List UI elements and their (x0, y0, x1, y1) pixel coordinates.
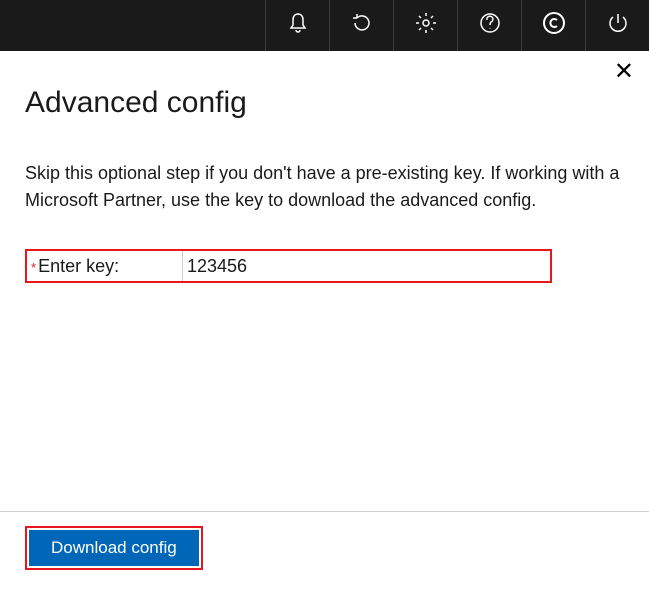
key-field-label: Enter key: (38, 256, 119, 277)
help-button[interactable] (457, 0, 521, 51)
dialog-description: Skip this optional step if you don't hav… (25, 160, 624, 214)
refresh-icon (350, 11, 374, 40)
topbar (0, 0, 649, 51)
field-label-wrap: * Enter key: (27, 256, 182, 277)
download-config-button[interactable]: Download config (29, 530, 199, 566)
dialog-footer: Download config (0, 511, 649, 584)
key-field-row: * Enter key: (25, 249, 552, 283)
key-input[interactable] (182, 251, 550, 281)
power-icon (606, 11, 630, 40)
copyright-icon (542, 11, 566, 40)
gear-icon (414, 11, 438, 40)
dialog-content: Advanced config Skip this optional step … (0, 51, 649, 511)
copyright-button[interactable] (521, 0, 585, 51)
notifications-button[interactable] (265, 0, 329, 51)
required-indicator: * (31, 260, 36, 275)
close-button[interactable]: ✕ (614, 60, 634, 84)
help-icon (478, 11, 502, 40)
bell-icon (286, 11, 310, 40)
page-title: Advanced config (25, 86, 624, 120)
close-icon: ✕ (614, 58, 634, 85)
settings-button[interactable] (393, 0, 457, 51)
download-button-highlight: Download config (25, 526, 203, 570)
refresh-button[interactable] (329, 0, 393, 51)
power-button[interactable] (585, 0, 649, 51)
